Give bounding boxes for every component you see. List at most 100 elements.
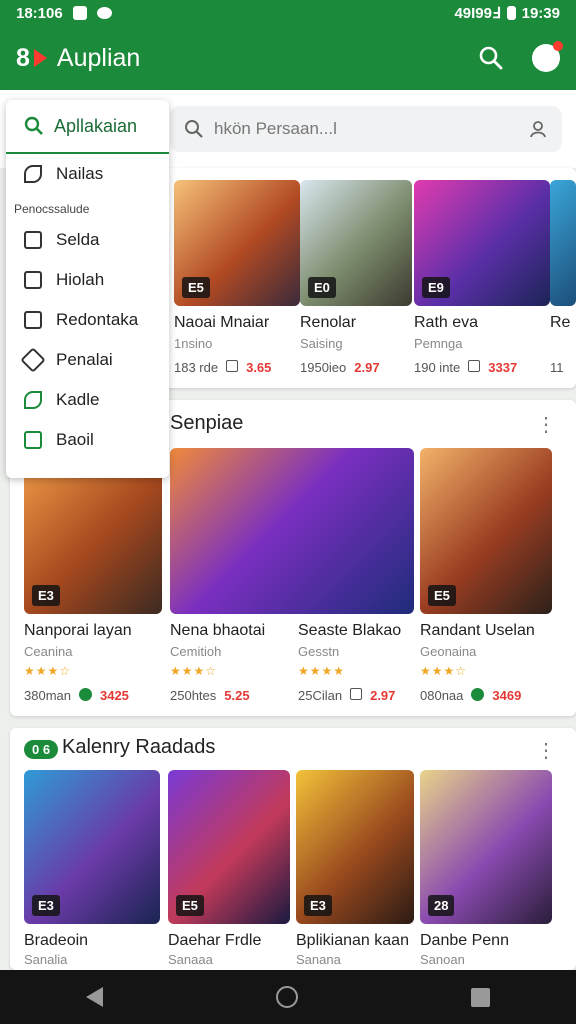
app-tile[interactable]: Nena bhaotai Cemitioh ★★★☆ 250htes 5.25 S… <box>170 448 414 708</box>
rating-badge: E5 <box>176 895 204 916</box>
back-icon[interactable] <box>86 987 104 1007</box>
section-tag: 0 6 <box>24 740 59 759</box>
status-clock: 19:39 <box>521 4 560 22</box>
menu-item-label: Nailas <box>56 164 104 183</box>
leaf-icon <box>24 391 42 409</box>
app-artwork: 28 <box>420 770 552 924</box>
rating-badge: E0 <box>308 277 336 298</box>
app-tile[interactable]: E3 Bradeoin Sanalia <box>24 770 160 970</box>
app-artwork: E3 <box>296 770 414 924</box>
app-name: Nena bhaotai <box>170 622 266 639</box>
menu-header[interactable]: Apllakaian <box>6 100 169 154</box>
menu-item-hiolah[interactable]: Hiolah <box>6 260 169 300</box>
menu-item-label: Kadle <box>56 390 100 409</box>
app-artwork: E5 <box>168 770 290 924</box>
app-artwork: E0 <box>300 180 412 306</box>
app-category: Geonaina <box>420 644 477 659</box>
app-tile[interactable]: Re 11 <box>550 180 576 380</box>
menu-subheading: Penocssalude <box>14 202 90 216</box>
menu-header-label: Apllakaian <box>54 115 138 136</box>
section-title: Kalenry Raadads <box>62 736 216 758</box>
menu-item-nailas[interactable]: Nailas <box>6 154 169 194</box>
star-rating: ★★★☆ <box>420 664 468 678</box>
app-title: Auplian <box>56 43 141 72</box>
more-options-icon[interactable]: ⋮ <box>536 412 556 437</box>
app-artwork <box>550 180 576 306</box>
rating-badge: E5 <box>182 277 210 298</box>
categories-menu: Apllakaian Nailas Penocssalude Selda Hio… <box>6 100 169 478</box>
app-category: Sanalia <box>24 952 68 967</box>
rating-badge: E3 <box>304 895 332 916</box>
app-price: 2.97 <box>354 360 380 375</box>
app-tile[interactable]: 28 Danbe Penn Sanoan <box>420 770 552 970</box>
app-name: Nanporai layan <box>24 622 132 639</box>
app-price: 3425 <box>99 688 129 703</box>
app-name: Bradeoin <box>24 932 89 949</box>
download-count: 183 rde <box>174 360 219 375</box>
app-price: 3337 <box>488 360 518 375</box>
download-count: 380man <box>24 688 71 703</box>
logo-text: 8 <box>16 43 30 72</box>
app-tile[interactable]: E3 Bplikianan kaan Sanana <box>296 770 414 970</box>
app-name: Bplikianan kaan <box>296 932 409 949</box>
search-icon <box>185 120 203 138</box>
app-name: Daehar Frdle <box>168 932 262 949</box>
section-kalenry: 0 6 Kalenry Raadads ⋮ E3 Bradeoin Sanali… <box>10 728 576 970</box>
download-count: 190 inte <box>414 360 461 375</box>
notification-icon <box>72 6 87 20</box>
menu-item-kadle[interactable]: Kadle <box>6 380 169 420</box>
rating-badge: 28 <box>428 895 455 916</box>
checkbox-icon <box>24 231 42 249</box>
notifications-icon[interactable] <box>532 41 563 72</box>
app-meta: 11 <box>550 360 576 375</box>
app-category: Ceanina <box>24 644 73 659</box>
app-tile[interactable]: E3 Nanporai layan Ceanina ★★★☆ 380man 342… <box>24 448 162 708</box>
search-icon <box>24 116 43 135</box>
menu-item-baoil[interactable]: Baoil <box>6 420 169 460</box>
app-category: Sanana <box>296 952 341 967</box>
app-category: Pemnga <box>414 336 463 351</box>
verified-icon <box>471 688 485 701</box>
section-title: Senpiae <box>170 412 244 434</box>
app-category: Saising <box>300 336 343 351</box>
box-icon <box>350 688 363 700</box>
app-tile[interactable]: E0 Renolar Saising 1950ieo 2.97 <box>300 180 418 380</box>
app-meta: 250htes 5.25 <box>170 688 310 703</box>
app-tile[interactable]: E5 Naoai Mnaiar 1nsino 183 rde 3.65 <box>174 180 300 380</box>
app-name: Rath eva <box>414 314 479 331</box>
signal-status: 49I99Ⅎ <box>454 5 501 22</box>
app-tile[interactable]: E5 Randant Uselan Geonaina ★★★☆ 080naa 34… <box>420 448 552 708</box>
menu-item-label: Penalai <box>56 350 113 369</box>
download-count: 250htes <box>170 688 217 703</box>
menu-item-redontaka[interactable]: Redontaka <box>6 300 169 340</box>
recents-icon[interactable] <box>470 987 490 1007</box>
box-icon <box>468 360 481 372</box>
download-count: 080naa <box>420 688 464 703</box>
app-price: 2.97 <box>370 688 396 703</box>
download-count: 11 <box>550 360 564 375</box>
more-options-icon[interactable]: ⋮ <box>536 738 556 763</box>
app-tile[interactable]: E5 Daehar Frdle Sanaaa <box>168 770 290 970</box>
search-input[interactable]: hkön Persaan...l <box>170 106 562 152</box>
menu-item-selda[interactable]: Selda <box>6 220 169 260</box>
app-tile[interactable]: E9 Rath eva Pemnga 190 inte 3337 <box>414 180 550 380</box>
search-icon[interactable] <box>478 45 504 71</box>
app-artwork: E5 <box>174 180 300 306</box>
menu-item-label: Hiolah <box>56 270 105 289</box>
app-name: Danbe Penn <box>420 932 509 949</box>
rating-badge: E3 <box>32 585 60 606</box>
rating-badge: E9 <box>422 277 450 298</box>
box-icon <box>226 360 239 372</box>
menu-item-penalai[interactable]: Penalai <box>6 340 169 380</box>
app-category: 1nsino <box>174 336 213 351</box>
app-name: Seaste Blakao <box>298 622 402 639</box>
home-icon[interactable] <box>275 986 298 1008</box>
checkbox-icon <box>24 271 42 289</box>
profile-icon[interactable] <box>528 119 548 139</box>
edit-icon <box>24 311 42 329</box>
search-placeholder: hkön Persaan...l <box>214 119 337 138</box>
app-artwork: E3 <box>24 770 160 924</box>
battery-icon <box>506 6 516 20</box>
app-artwork: E9 <box>414 180 550 306</box>
app-logo[interactable]: 8 <box>16 44 47 73</box>
